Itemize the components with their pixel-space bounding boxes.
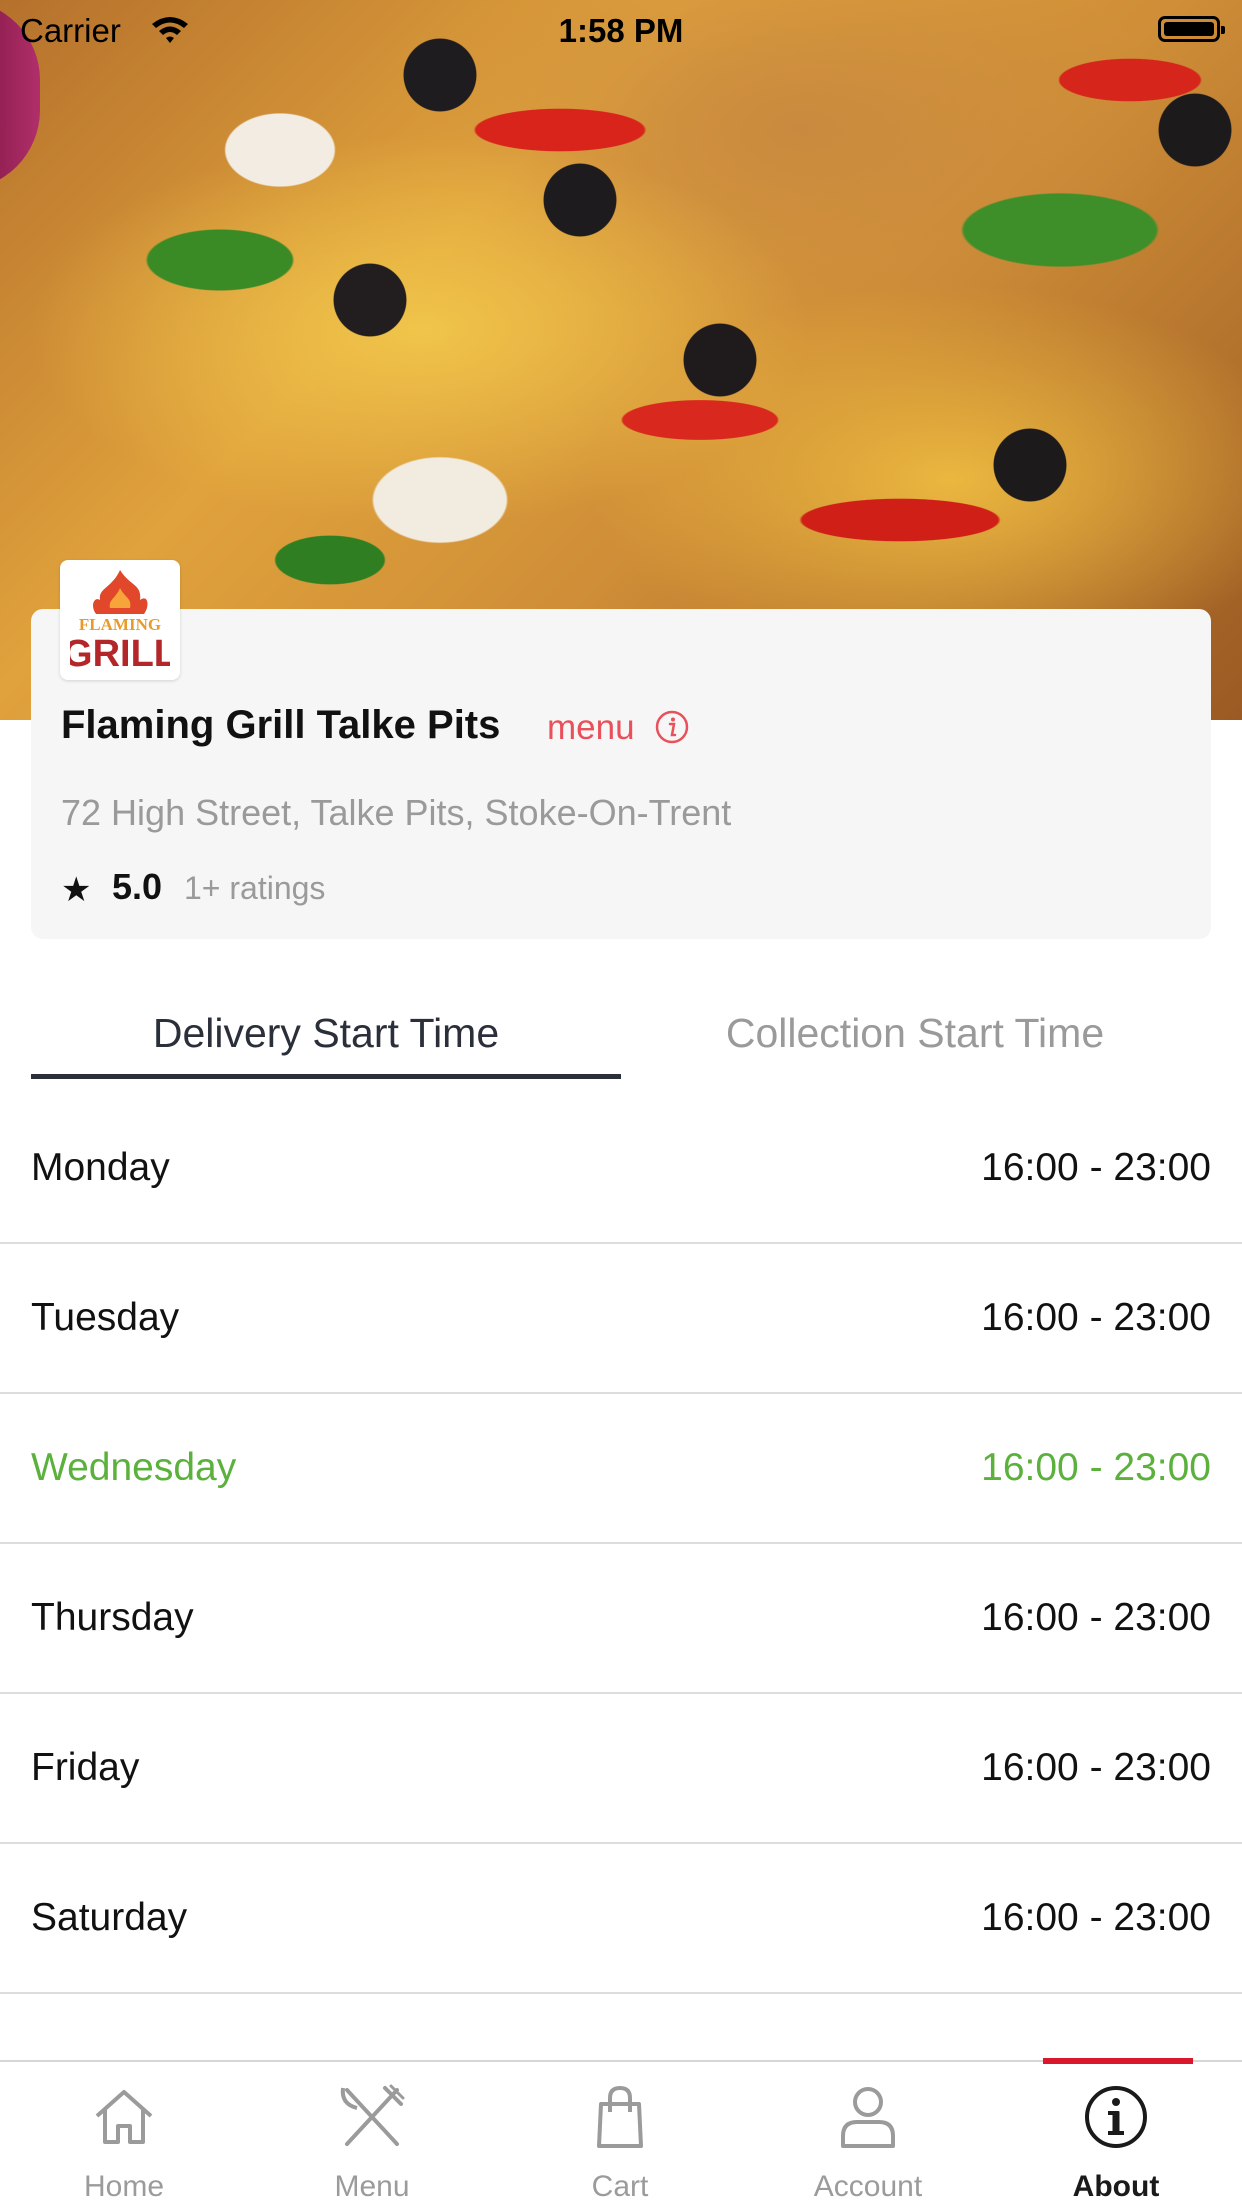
hours-row-friday: Friday 16:00 - 23:00 [0,1694,1242,1844]
tab-bar-cart[interactable]: Cart [496,2060,744,2208]
day-label: Saturday [31,1896,188,1939]
flame-logo-icon: FLAMING GRILL [70,570,170,674]
tab-bar-about[interactable]: About [992,2060,1240,2208]
tab-bar-home[interactable]: Home [0,2060,248,2208]
hours-row-thursday: Thursday 16:00 - 23:00 [0,1544,1242,1694]
svg-text:GRILL: GRILL [70,633,170,674]
time-range: 16:00 - 23:00 [981,1146,1211,1189]
day-label: Friday [31,1746,140,1789]
tab-delivery-start-time[interactable]: Delivery Start Time [31,1010,621,1057]
fork-knife-icon [340,2084,405,2146]
svg-text:FLAMING: FLAMING [79,615,161,634]
tab-bar-label: Menu [334,2170,410,2203]
time-range: 16:00 - 23:00 [981,1746,1211,1789]
day-label: Monday [31,1146,170,1189]
tab-bar-label: Account [813,2170,923,2203]
time-range: 16:00 - 23:00 [981,1896,1211,1939]
tab-bar-account[interactable]: Account [744,2060,992,2208]
tab-bar-label: Home [83,2170,165,2203]
menu-link[interactable]: menu [547,708,635,748]
status-bar: Carrier 1:58 PM [0,0,1242,60]
tab-bar-label: About [1072,2170,1160,2203]
info-circle-icon [1085,2086,1147,2148]
opening-hours-list: Monday 16:00 - 23:00 Tuesday 16:00 - 23:… [0,1094,1242,1994]
clock: 1:58 PM [558,12,684,49]
store-name: Flaming Grill Talke Pits [61,703,501,747]
store-logo: FLAMING GRILL [60,560,180,680]
time-range: 16:00 - 23:00 [981,1296,1211,1339]
person-icon [841,2087,895,2148]
active-tab-underline [31,1074,621,1079]
battery-icon [1158,16,1225,42]
hours-row-tuesday: Tuesday 16:00 - 23:00 [0,1244,1242,1394]
home-icon [95,2090,153,2144]
tab-collection-start-time[interactable]: Collection Start Time [620,1010,1210,1057]
store-address: 72 High Street, Talke Pits, Stoke-On-Tre… [61,792,732,833]
hours-row-saturday: Saturday 16:00 - 23:00 [0,1844,1242,1994]
time-range: 16:00 - 23:00 [981,1596,1211,1639]
day-label: Thursday [31,1596,194,1639]
tab-bar-label: Cart [591,2170,649,2203]
hours-row-wednesday: Wednesday 16:00 - 23:00 [0,1394,1242,1544]
tab-bar-menu[interactable]: Menu [248,2060,496,2208]
hours-row-monday: Monday 16:00 - 23:00 [0,1094,1242,1244]
day-label: Wednesday [31,1446,237,1489]
star-icon: ★ [61,871,92,909]
info-icon[interactable] [655,710,689,744]
day-label: Tuesday [31,1296,180,1339]
shopping-bag-icon [597,2085,643,2148]
time-range: 16:00 - 23:00 [981,1446,1211,1489]
rating-count: 1+ ratings [184,870,326,906]
rating-value: 5.0 [112,866,163,907]
